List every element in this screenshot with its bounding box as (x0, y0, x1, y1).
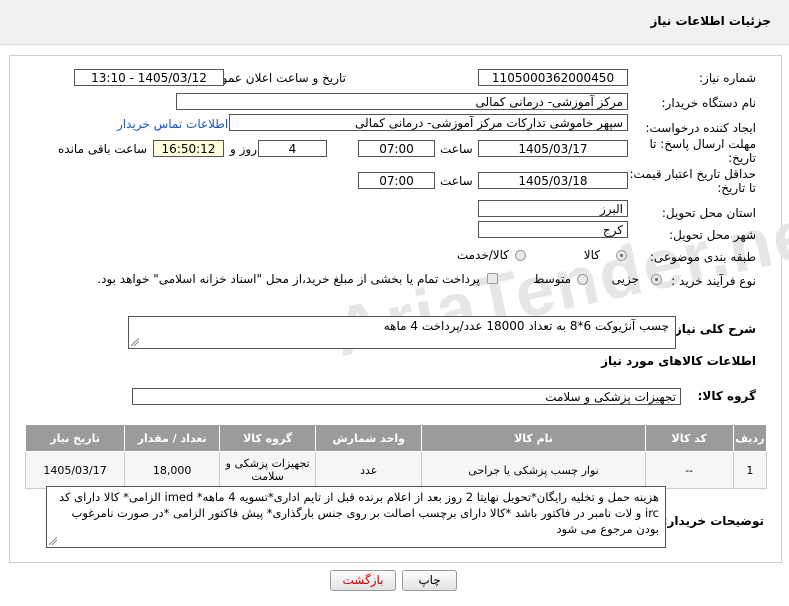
col-unit: واحد شمارش (315, 424, 423, 452)
process-medium-label: متوسط (533, 272, 571, 286)
category-label: طبقه بندی موضوعی: (649, 250, 756, 264)
notes-field: هزینه حمل و تخلیه رایگان*تحویل نهایتا 2 … (46, 486, 666, 548)
cell-row: 1 (732, 451, 768, 489)
buyer-field: مرکز آموزشی- درمانی کمالی (176, 93, 628, 110)
need-number-label: شماره نیاز: (699, 71, 756, 85)
cell-date: 1405/03/17 (24, 451, 126, 489)
cell-group: تجهیزات پزشکی و سلامت (219, 451, 317, 489)
goods-group-label: گروه کالا: (697, 389, 756, 403)
city-field: کرج (478, 221, 628, 238)
validity-label-date: تا تاریخ: (717, 181, 756, 195)
category-goods-label: کالا (583, 248, 600, 262)
col-group: گروه کالا (219, 424, 317, 452)
resize-grip-icon[interactable] (131, 338, 139, 346)
back-button[interactable]: بازگشت (330, 570, 396, 591)
summary-label: شرح کلی نیاز: (670, 322, 756, 336)
page-header: جزئیات اطلاعات نیاز (0, 0, 789, 45)
notes-label: توضیحات خریدار: (662, 514, 764, 528)
announce-field: 1405/03/12 - 13:10 (74, 69, 224, 86)
deadline-label: مهلت ارسال پاسخ: تا (649, 137, 756, 151)
days-remaining-field: 4 (258, 140, 327, 157)
summary-field: چسب آنژیوکت 6*8 به تعداد 18000 عدد/پرداخ… (128, 316, 676, 349)
deadline-date-field: 1405/03/17 (478, 140, 628, 157)
city-label: شهر محل تحویل: (669, 228, 756, 242)
validity-time-label: ساعت (440, 174, 473, 188)
process-label: نوع فرآیند خرید : (671, 274, 756, 288)
col-code: کد کالا (644, 424, 734, 452)
cell-code: -- (644, 451, 734, 489)
contact-buyer-link[interactable]: اطلاعات تماس خریدار (117, 117, 228, 131)
col-row: ردیف (732, 424, 768, 452)
goods-group-field: تجهیزات پزشکی و سلامت (132, 388, 681, 405)
col-quantity: تعداد / مقدار (124, 424, 221, 452)
goods-info-title: اطلاعات کالاهای مورد نیاز (601, 354, 756, 368)
remaining-time-field: 16:50:12 (153, 140, 224, 157)
category-goods-service-label: کالا/خدمت (456, 248, 509, 262)
remaining-label: ساعت باقی مانده (58, 142, 148, 156)
summary-text: چسب آنژیوکت 6*8 به تعداد 18000 عدد/پرداخ… (383, 319, 669, 333)
print-button[interactable]: چاپ (402, 570, 457, 591)
need-number-field: 1105000362000450 (478, 69, 628, 86)
buyer-label: نام دستگاه خریدار: (661, 96, 757, 110)
cell-name: نوار چسب پزشکی یا جراحی (421, 451, 646, 489)
creator-field: سپهر خاموشی تدارکات مرکز آموزشی- درمانی … (229, 114, 628, 131)
resize-grip-icon[interactable] (49, 537, 57, 545)
province-field: البرز (478, 200, 628, 217)
process-minor-radio[interactable] (651, 274, 662, 285)
treasury-payment-text: پرداخت تمام یا بخشی از مبلغ خرید،از محل … (97, 272, 480, 286)
validity-label: حداقل تاریخ اعتبار قیمت: (629, 167, 756, 181)
validity-time-field: 07:00 (358, 172, 435, 189)
deadline-label-date: تاریخ: (728, 151, 756, 165)
category-goods-service-radio[interactable] (515, 250, 526, 261)
process-medium-radio[interactable] (577, 274, 588, 285)
treasury-payment-checkbox[interactable] (487, 273, 498, 284)
province-label: استان محل تحویل: (661, 206, 756, 220)
col-name: نام کالا (421, 424, 646, 452)
cell-unit: عدد (315, 451, 423, 489)
process-minor-label: جزیی (611, 272, 639, 286)
days-label: روز و (230, 142, 257, 156)
validity-date-field: 1405/03/18 (478, 172, 628, 189)
page-title: جزئیات اطلاعات نیاز (650, 14, 771, 28)
table-row: 1 -- نوار چسب پزشکی یا جراحی عدد تجهیزات… (24, 451, 768, 489)
deadline-time-label: ساعت (440, 142, 473, 156)
cell-quantity: 18,000 (124, 451, 221, 489)
creator-label: ایجاد کننده درخواست: (645, 121, 756, 135)
notes-text: هزینه حمل و تخلیه رایگان*تحویل نهایتا 2 … (59, 490, 659, 536)
col-date: تاریخ نیاز (24, 424, 126, 452)
goods-table: ردیف کد کالا نام کالا واحد شمارش گروه کا… (24, 424, 768, 489)
category-goods-radio[interactable] (616, 250, 627, 261)
deadline-time-field: 07:00 (358, 140, 435, 157)
